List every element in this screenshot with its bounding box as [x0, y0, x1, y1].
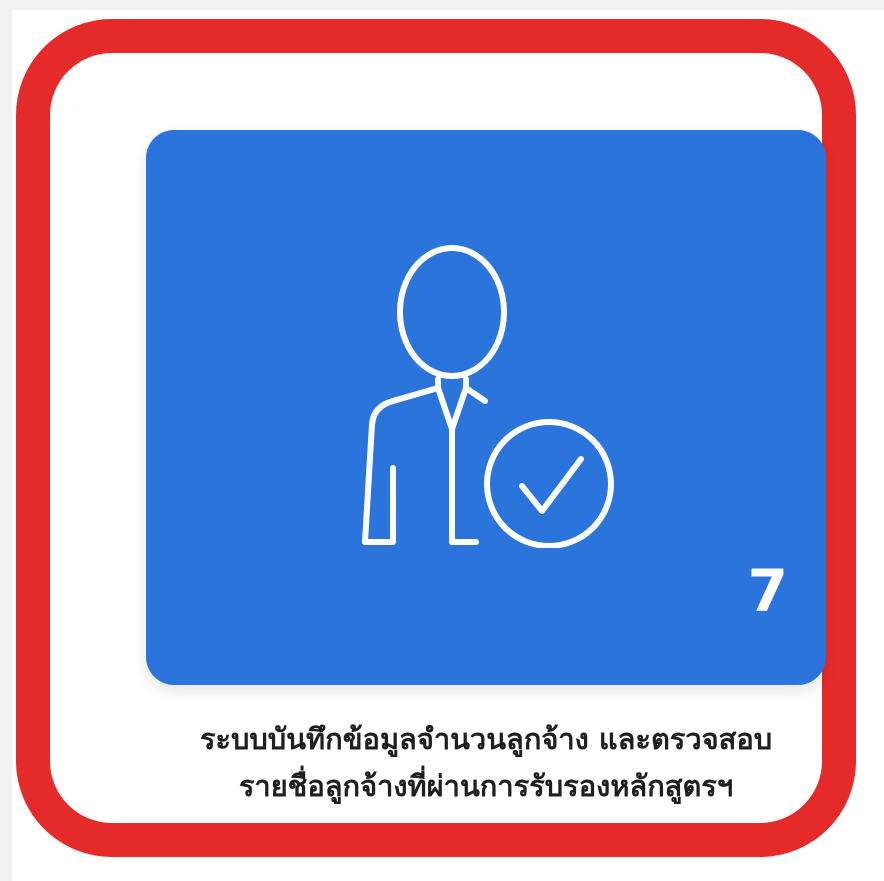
card-caption-line-1: ระบบบันทึกข้อมูลจำนวนลูกจ้าง และตรวจสอบ — [199, 722, 773, 756]
employee-record-card[interactable]: 7 ระบบบันทึกข้อมูลจำนวนลูกจ้าง และตรวจสอ… — [146, 130, 826, 803]
highlight-frame: 7 ระบบบันทึกข้อมูลจำนวนลูกจ้าง และตรวจสอ… — [16, 19, 856, 857]
user-verified-icon — [341, 238, 641, 549]
card-caption[interactable]: ระบบบันทึกข้อมูลจำนวนลูกจ้าง และตรวจสอบ … — [146, 716, 826, 810]
card-caption-line-2: รายชื่อลูกจ้างที่ผ่านการรับรองหลักสูตรฯ — [238, 769, 734, 803]
count-badge: 7 — [747, 557, 788, 625]
card-tile[interactable]: 7 — [146, 130, 826, 685]
